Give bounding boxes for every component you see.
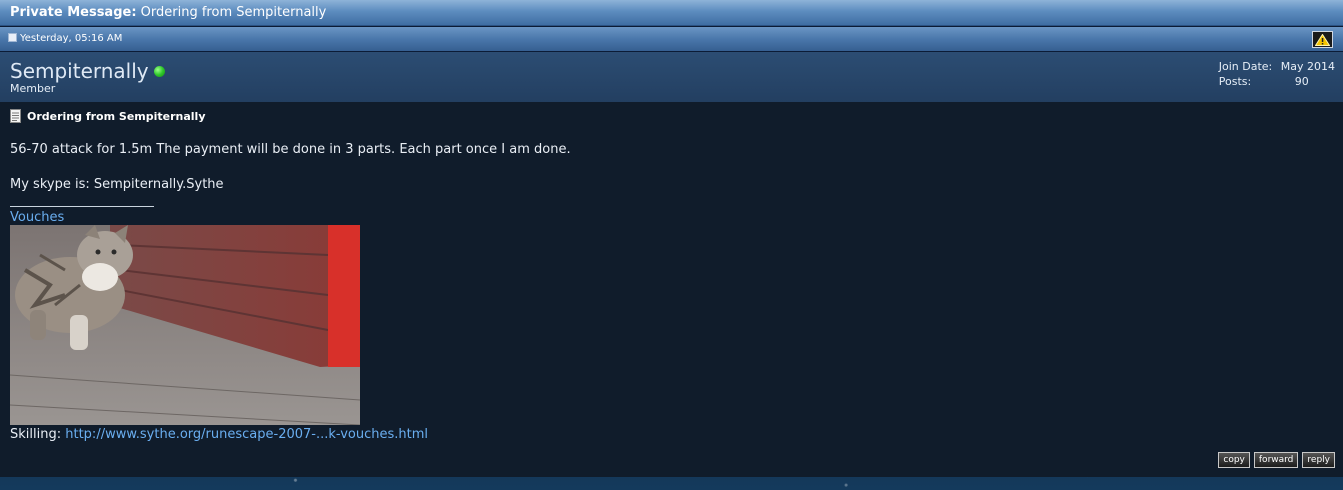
join-date-value: May 2014 <box>1280 60 1335 73</box>
user-stats: Join Date: May 2014 Posts: 90 <box>1219 59 1335 89</box>
document-icon <box>10 109 21 123</box>
username: Sempiternally <box>10 59 165 83</box>
message-title-text: Ordering from Sempiternally <box>27 110 206 123</box>
signature-image <box>10 225 360 425</box>
pm-subject: Ordering from Sempiternally <box>140 5 327 20</box>
posts-label: Posts: <box>1218 75 1252 88</box>
skilling-line: Skilling: http://www.sythe.org/runescape… <box>10 427 428 442</box>
user-info-bar: Sempiternally Member Join Date: May 2014… <box>0 52 1343 102</box>
skilling-label: Skilling: <box>10 427 62 442</box>
vouches-link[interactable]: Vouches <box>10 210 64 225</box>
cat-image <box>10 225 360 425</box>
warning-icon <box>1315 33 1330 46</box>
join-date-label: Join Date: <box>1218 60 1273 73</box>
signature-divider <box>10 206 154 207</box>
reply-button[interactable]: reply <box>1302 452 1335 468</box>
post-timestamp: Yesterday, 05:16 AM <box>20 33 123 44</box>
date-bar: Yesterday, 05:16 AM <box>0 27 1343 51</box>
message-actions: copy forward reply <box>1218 452 1335 468</box>
copy-button[interactable]: copy <box>1218 452 1250 468</box>
skilling-link[interactable]: http://www.sythe.org/runescape-2007-...k… <box>65 427 428 442</box>
posts-value: 90 <box>1294 75 1309 88</box>
pm-title-bar: Private Message: Ordering from Sempitern… <box>0 0 1343 26</box>
report-button[interactable] <box>1312 31 1333 48</box>
username-link[interactable]: Sempiternally <box>10 59 149 83</box>
message-line-2: My skype is: Sempiternally.Sythe <box>10 177 224 192</box>
online-status-icon <box>153 66 165 77</box>
post-icon <box>8 33 17 42</box>
forward-button[interactable]: forward <box>1253 452 1299 468</box>
message-title: Ordering from Sempiternally <box>10 109 206 123</box>
message-line-1: 56-70 attack for 1.5m The payment will b… <box>10 142 571 157</box>
pm-title-label: Private Message: <box>10 5 137 20</box>
message-body: Ordering from Sempiternally 56-70 attack… <box>0 102 1343 477</box>
user-title: Member <box>10 82 56 95</box>
